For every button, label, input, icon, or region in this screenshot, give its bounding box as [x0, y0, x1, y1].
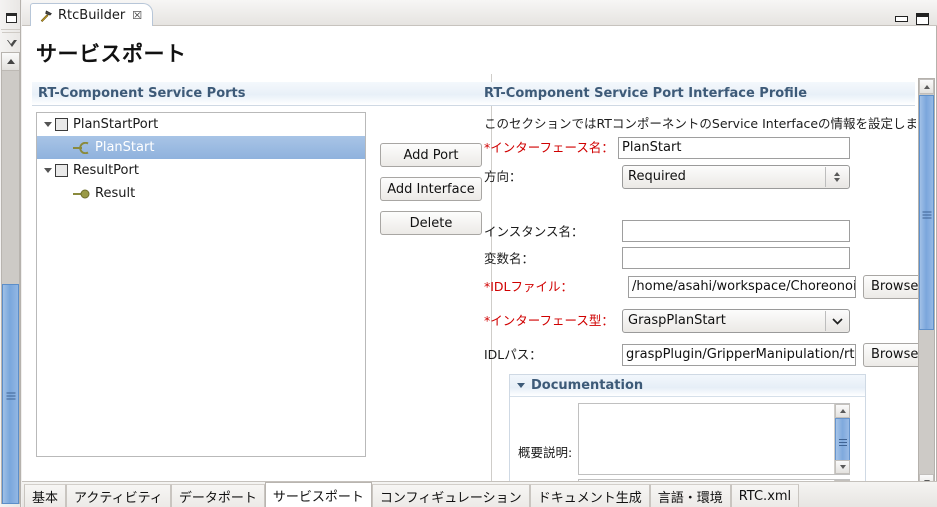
documentation-title: Documentation: [531, 378, 643, 393]
scrollbar-grip-icon: [839, 437, 847, 443]
field-direction: 方向： Required: [484, 165, 916, 189]
summary-label: 概要説明:: [518, 442, 572, 461]
editor-area: RtcBuilder ☒ サービスポート RT-Component Servic…: [22, 0, 937, 507]
section-description: このセクションではRTコンポーネントのService Interfaceの情報を…: [484, 113, 916, 132]
form-scrollbar[interactable]: [918, 78, 935, 490]
expand-collapse-icon[interactable]: [41, 122, 55, 127]
form-page-tabs: 基本 アクティビティ データポート サービスポート コンフィギュレーション ドキ…: [22, 481, 937, 507]
scroll-down-button[interactable]: [835, 460, 850, 474]
close-icon[interactable]: ☒: [132, 9, 142, 22]
interface-name-label: *インターフェース名：: [484, 136, 614, 160]
hammer-icon: [39, 9, 53, 23]
tree-item-label: Result: [95, 186, 135, 201]
workbench-rail: [0, 0, 21, 507]
view-menu-button[interactable]: [2, 32, 20, 53]
maximize-icon[interactable]: [916, 13, 929, 25]
add-interface-button[interactable]: Add Interface: [380, 177, 482, 201]
field-variable-name: 変数名：: [484, 247, 916, 271]
idl-path-browse-button[interactable]: Browse: [863, 343, 925, 367]
documentation-header[interactable]: Documentation: [510, 375, 865, 397]
restore-icon: [6, 13, 17, 23]
chevron-down-icon[interactable]: [517, 383, 525, 388]
scrollbar-grip-icon: [6, 391, 15, 398]
restore-view-button[interactable]: [2, 8, 20, 28]
tree-item-resultport[interactable]: ResultPort: [37, 159, 365, 182]
page-title: サービスポート: [36, 38, 187, 68]
expand-collapse-icon[interactable]: [41, 168, 55, 173]
tab-basic[interactable]: 基本: [24, 484, 66, 507]
tree-item-planstart[interactable]: PlanStart: [37, 136, 365, 159]
variable-name-input[interactable]: [622, 247, 850, 269]
idl-path-input[interactable]: graspPlugin/GripperManipulation/rtc/: [622, 344, 856, 366]
direction-select[interactable]: Required: [622, 165, 850, 189]
summary-textarea[interactable]: [578, 403, 850, 475]
interface-profile-section-header: RT-Component Service Port Interface Prof…: [478, 82, 915, 106]
tab-activity[interactable]: アクティビティ: [66, 484, 171, 507]
rtcbuilder-window: RtcBuilder ☒ サービスポート RT-Component Servic…: [0, 0, 937, 507]
tree-item-label: PlanStartPort: [73, 117, 158, 132]
editor-tabstrip: RtcBuilder ☒: [22, 0, 937, 26]
chevron-down-icon: [7, 40, 16, 47]
port-icon: [55, 118, 68, 131]
scroll-up-button[interactable]: [2, 53, 19, 71]
tree-item-label: PlanStart: [95, 140, 154, 155]
rail-divider: [1, 29, 20, 30]
scrollbar-grip-icon: [922, 209, 931, 216]
field-interface-type: *インターフェース型： GraspPlanStart: [484, 309, 916, 333]
scroll-up-button[interactable]: [835, 404, 850, 418]
instance-name-label: インスタンス名：: [484, 220, 584, 244]
tabstrip-filler: [799, 484, 937, 507]
form-scrollbar-thumb[interactable]: [919, 95, 934, 330]
interface-type-value: GraspPlanStart: [628, 313, 726, 328]
field-instance-name: インスタンス名：: [484, 220, 916, 244]
variable-name-label: 変数名：: [484, 247, 534, 271]
tree-item-label: ResultPort: [73, 163, 139, 178]
summary-textarea-scrollbar[interactable]: [834, 404, 849, 474]
tab-rtc-xml[interactable]: RTC.xml: [731, 484, 799, 507]
field-idl-path: IDLパス： graspPlugin/GripperManipulation/r…: [484, 343, 916, 367]
window-controls: [895, 13, 929, 25]
tree-item-result[interactable]: Result: [37, 182, 365, 205]
tab-data-port[interactable]: データポート: [171, 484, 265, 507]
direction-label: 方向：: [484, 165, 522, 189]
chevron-down-icon[interactable]: [825, 311, 848, 331]
editor-body: サービスポート RT-Component Service Ports PlanS…: [22, 26, 937, 507]
scrollbar-thumb[interactable]: [835, 418, 850, 462]
service-ports-section-header: RT-Component Service Ports: [32, 82, 480, 106]
delete-button[interactable]: Delete: [380, 211, 482, 235]
service-ports-tree[interactable]: PlanStartPort PlanStart: [36, 112, 366, 457]
tab-document-generation[interactable]: ドキュメント生成: [530, 484, 650, 507]
tree-item-planstartport[interactable]: PlanStartPort: [37, 113, 365, 136]
scroll-up-button[interactable]: [919, 79, 934, 94]
field-interface-name: *インターフェース名： PlanStart: [484, 136, 916, 160]
arrow-up-icon: [7, 59, 15, 64]
tab-label: RtcBuilder: [58, 8, 125, 23]
direction-value: Required: [628, 169, 686, 184]
rail-scrollbar[interactable]: [1, 52, 20, 504]
tab-language-environment[interactable]: 言語・環境: [650, 484, 731, 507]
tab-rtcbuilder[interactable]: RtcBuilder ☒: [30, 3, 153, 27]
add-port-button[interactable]: Add Port: [380, 143, 482, 167]
rail-scrollbar-thumb[interactable]: [2, 284, 19, 504]
interface-type-label: *インターフェース型：: [484, 309, 614, 333]
provided-interface-icon: [73, 188, 91, 200]
required-interface-icon: [73, 142, 91, 154]
interface-name-input[interactable]: PlanStart: [618, 137, 850, 159]
minimize-icon[interactable]: [895, 16, 908, 22]
interface-type-select[interactable]: GraspPlanStart: [622, 309, 850, 333]
idl-path-label: IDLパス：: [484, 343, 542, 367]
service-ports-header-label: RT-Component Service Ports: [32, 86, 246, 101]
idl-file-browse-button[interactable]: Browse: [863, 275, 925, 299]
interface-profile-header-label: RT-Component Service Port Interface Prof…: [478, 86, 807, 101]
spinner-arrows-icon[interactable]: [825, 167, 848, 187]
instance-name-input[interactable]: [622, 220, 850, 242]
tab-configuration[interactable]: コンフィギュレーション: [372, 484, 530, 507]
tab-service-port[interactable]: サービスポート: [265, 482, 372, 507]
idl-file-label: *IDLファイル：: [484, 275, 573, 299]
port-icon: [55, 164, 68, 177]
field-idl-file: *IDLファイル： /home/asahi/workspace/Choreono…: [484, 275, 916, 299]
idl-file-input[interactable]: /home/asahi/workspace/Choreonoid: [628, 276, 856, 298]
